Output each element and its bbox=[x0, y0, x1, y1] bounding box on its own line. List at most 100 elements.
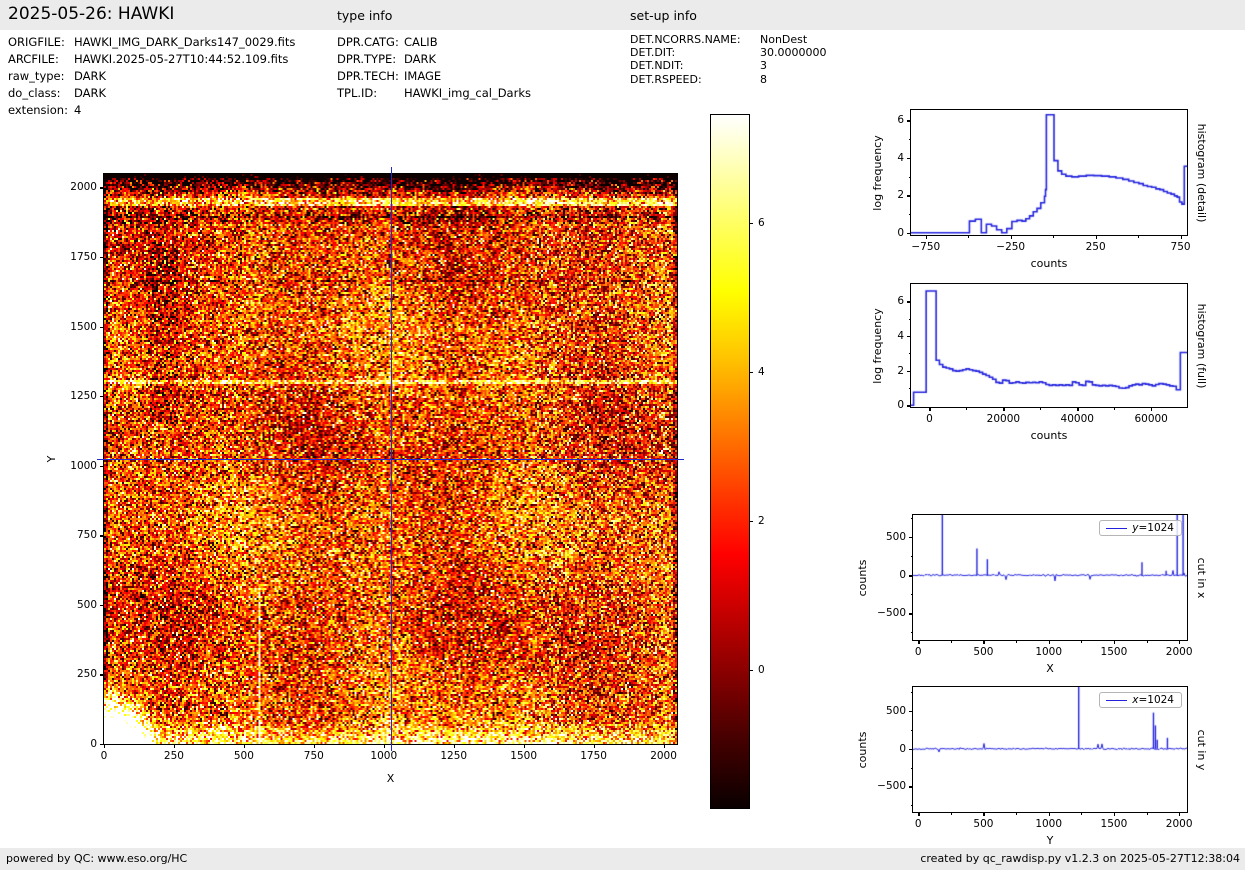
y-tick-label: 500 bbox=[885, 531, 906, 544]
footer-created-by: created by qc_rawdisp.py v1.2.3 on 2025-… bbox=[920, 852, 1240, 865]
x-tick-mark bbox=[1179, 812, 1181, 816]
legend-label: x=1024 bbox=[1132, 694, 1174, 706]
histogram-full-plot: 0 20000 40000 60000 0 2 4 6 counts log frequency h… bbox=[871, 283, 1208, 442]
metadata-value: HAWKI_IMG_DARK_Darks147_0029.fits bbox=[74, 35, 296, 49]
cut-line-y1024 bbox=[97, 459, 684, 461]
y-tick-label: 0 bbox=[90, 738, 97, 750]
metadata-row: DPR.TECH: IMAGE bbox=[337, 68, 531, 85]
y-tick-label: 4 bbox=[897, 151, 904, 164]
metadata-row: ARCFILE: HAWKI.2025-05-27T10:44:52.109.fi… bbox=[8, 51, 295, 68]
metadata-row: DPR.TYPE: DARK bbox=[337, 51, 531, 68]
y-tick-label: 1500 bbox=[70, 320, 97, 333]
metadata-value: NonDest bbox=[760, 33, 808, 46]
metadata-value: 3 bbox=[760, 59, 767, 73]
x-tick-mark bbox=[104, 744, 106, 748]
x-tick-label: 0 bbox=[100, 750, 108, 762]
metadata-value: HAWKI.2025-05-27T10:44:52.109.fits bbox=[74, 52, 289, 66]
y-tick-label: 6 bbox=[897, 295, 904, 308]
page-title: 2025-05-26: HAWKI bbox=[8, 4, 175, 24]
metadata-label: do_class: bbox=[8, 86, 61, 100]
metadata-row: TPL.ID: HAWKI_img_cal_Darks bbox=[337, 85, 531, 102]
y-axis-label: counts bbox=[856, 559, 869, 596]
metadata-value: IMAGE bbox=[404, 69, 442, 83]
x-tick-mark bbox=[523, 744, 525, 748]
y-tick-label: 1750 bbox=[70, 250, 97, 263]
x-tick-label: 250 bbox=[163, 750, 184, 762]
x-minor-tick-mark bbox=[1138, 235, 1140, 238]
x-tick-mark bbox=[453, 744, 456, 748]
x-tick-mark bbox=[1113, 812, 1116, 816]
metadata-label: ORIGFILE: bbox=[8, 35, 65, 49]
metadata-row: extension: 4 bbox=[8, 102, 295, 119]
y-tick-label: 1250 bbox=[70, 390, 97, 403]
y-tick-label: 2 bbox=[897, 189, 904, 202]
x-tick-mark bbox=[1095, 235, 1097, 239]
x-tick-mark bbox=[918, 640, 920, 644]
y-tick-label: 500 bbox=[76, 598, 97, 611]
metadata-row: do_class: DARK bbox=[8, 85, 295, 102]
x-tick-label: 1500 bbox=[1100, 646, 1128, 658]
x-axis-label: counts bbox=[1030, 429, 1068, 442]
histogram-canvas bbox=[911, 110, 1187, 235]
footer-bar: powered by QC: www.eso.org/HC created by… bbox=[0, 848, 1245, 870]
metadata-row: DET.RSPEED: 8 bbox=[630, 73, 826, 86]
colorbar-tick-label: 0 bbox=[758, 664, 765, 677]
x-tick-mark bbox=[1179, 640, 1181, 644]
x-tick-label: 1000 bbox=[370, 750, 398, 762]
x-tick-label: −250 bbox=[996, 241, 1026, 253]
x-tick-mark bbox=[929, 407, 931, 411]
type-info-heading: type info bbox=[337, 8, 393, 23]
metadata-label: DET.NCORRS.NAME: bbox=[630, 33, 741, 46]
x-tick-mark bbox=[313, 744, 316, 748]
cut-in-y-plot: 0 500 1000 1500 2000 −500 0 500 Ycounts cut in y x… bbox=[856, 686, 1208, 847]
metadata-value: DARK bbox=[74, 69, 107, 83]
metadata-label: TPL.ID: bbox=[337, 86, 378, 100]
x-minor-tick-mark bbox=[1146, 812, 1148, 815]
y-tick-label: 0 bbox=[899, 569, 906, 582]
x-minor-tick-mark bbox=[1081, 640, 1083, 643]
metadata-value: DARK bbox=[404, 52, 437, 66]
metadata-row: ORIGFILE: HAWKI_IMG_DARK_Darks147_0029.fi… bbox=[8, 34, 295, 51]
x-tick-mark bbox=[1180, 235, 1182, 239]
cut-in-x-plot: 0 500 1000 1500 2000 −500 0 500 Xcounts cut in x y… bbox=[856, 514, 1208, 675]
x-tick-mark bbox=[1077, 407, 1079, 411]
x-tick-label: 500 bbox=[233, 750, 254, 762]
legend-label: y=1024 bbox=[1132, 522, 1174, 534]
x-tick-label: 0 bbox=[914, 818, 922, 830]
x-tick-mark bbox=[593, 744, 595, 748]
x-tick-mark bbox=[1048, 640, 1050, 644]
colorbar-tick-label: 2 bbox=[758, 515, 765, 528]
metadata-value: HAWKI_img_cal_Darks bbox=[404, 86, 531, 100]
x-tick-mark bbox=[1048, 812, 1050, 816]
main-image-plot: 0 250 500 750 1000 1250 1500 1750 2000 0 250 500 750… bbox=[45, 167, 684, 785]
x-minor-tick-mark bbox=[1016, 640, 1018, 643]
y-tick-label: 500 bbox=[885, 705, 906, 718]
colorbar: 0 2 4 6 bbox=[710, 114, 765, 809]
x-minor-tick-mark bbox=[1040, 407, 1042, 410]
x-tick-mark bbox=[1003, 407, 1005, 411]
x-tick-label: 500 bbox=[973, 818, 994, 830]
histogram-detail-plot: −750 −250 250 750 0 2 4 6 counts log frequency his… bbox=[871, 109, 1208, 270]
x-minor-tick-mark bbox=[968, 235, 970, 238]
metadata-value: 4 bbox=[74, 103, 82, 117]
x-tick-mark bbox=[1113, 640, 1116, 644]
y-tick-label: 1000 bbox=[70, 459, 97, 472]
x-tick-mark bbox=[663, 744, 665, 748]
x-tick-label: 1500 bbox=[1100, 818, 1128, 830]
metadata-row: DET.NCORRS.NAME: NonDest bbox=[630, 33, 826, 46]
x-tick-mark bbox=[173, 744, 176, 748]
x-tick-mark bbox=[1151, 407, 1153, 411]
metadata-label: DET.DIT: bbox=[630, 46, 676, 60]
right-axis-label: cut in y bbox=[1195, 729, 1208, 770]
legend-line-sample bbox=[1106, 527, 1128, 529]
y-tick-label: 4 bbox=[897, 329, 904, 342]
metadata-value: 30.0000000 bbox=[760, 46, 827, 60]
y-axis-label: log frequency bbox=[871, 134, 884, 211]
x-tick-label: 2000 bbox=[1165, 818, 1193, 830]
y-tick-label: 2 bbox=[897, 364, 904, 377]
right-axis-label: histogram (full) bbox=[1195, 303, 1208, 388]
right-axis-label: histogram (detail) bbox=[1195, 123, 1208, 222]
x-tick-label: 1000 bbox=[1035, 646, 1063, 658]
x-axis-label: X bbox=[1046, 662, 1054, 675]
metadata-row: raw_type: DARK bbox=[8, 68, 295, 85]
